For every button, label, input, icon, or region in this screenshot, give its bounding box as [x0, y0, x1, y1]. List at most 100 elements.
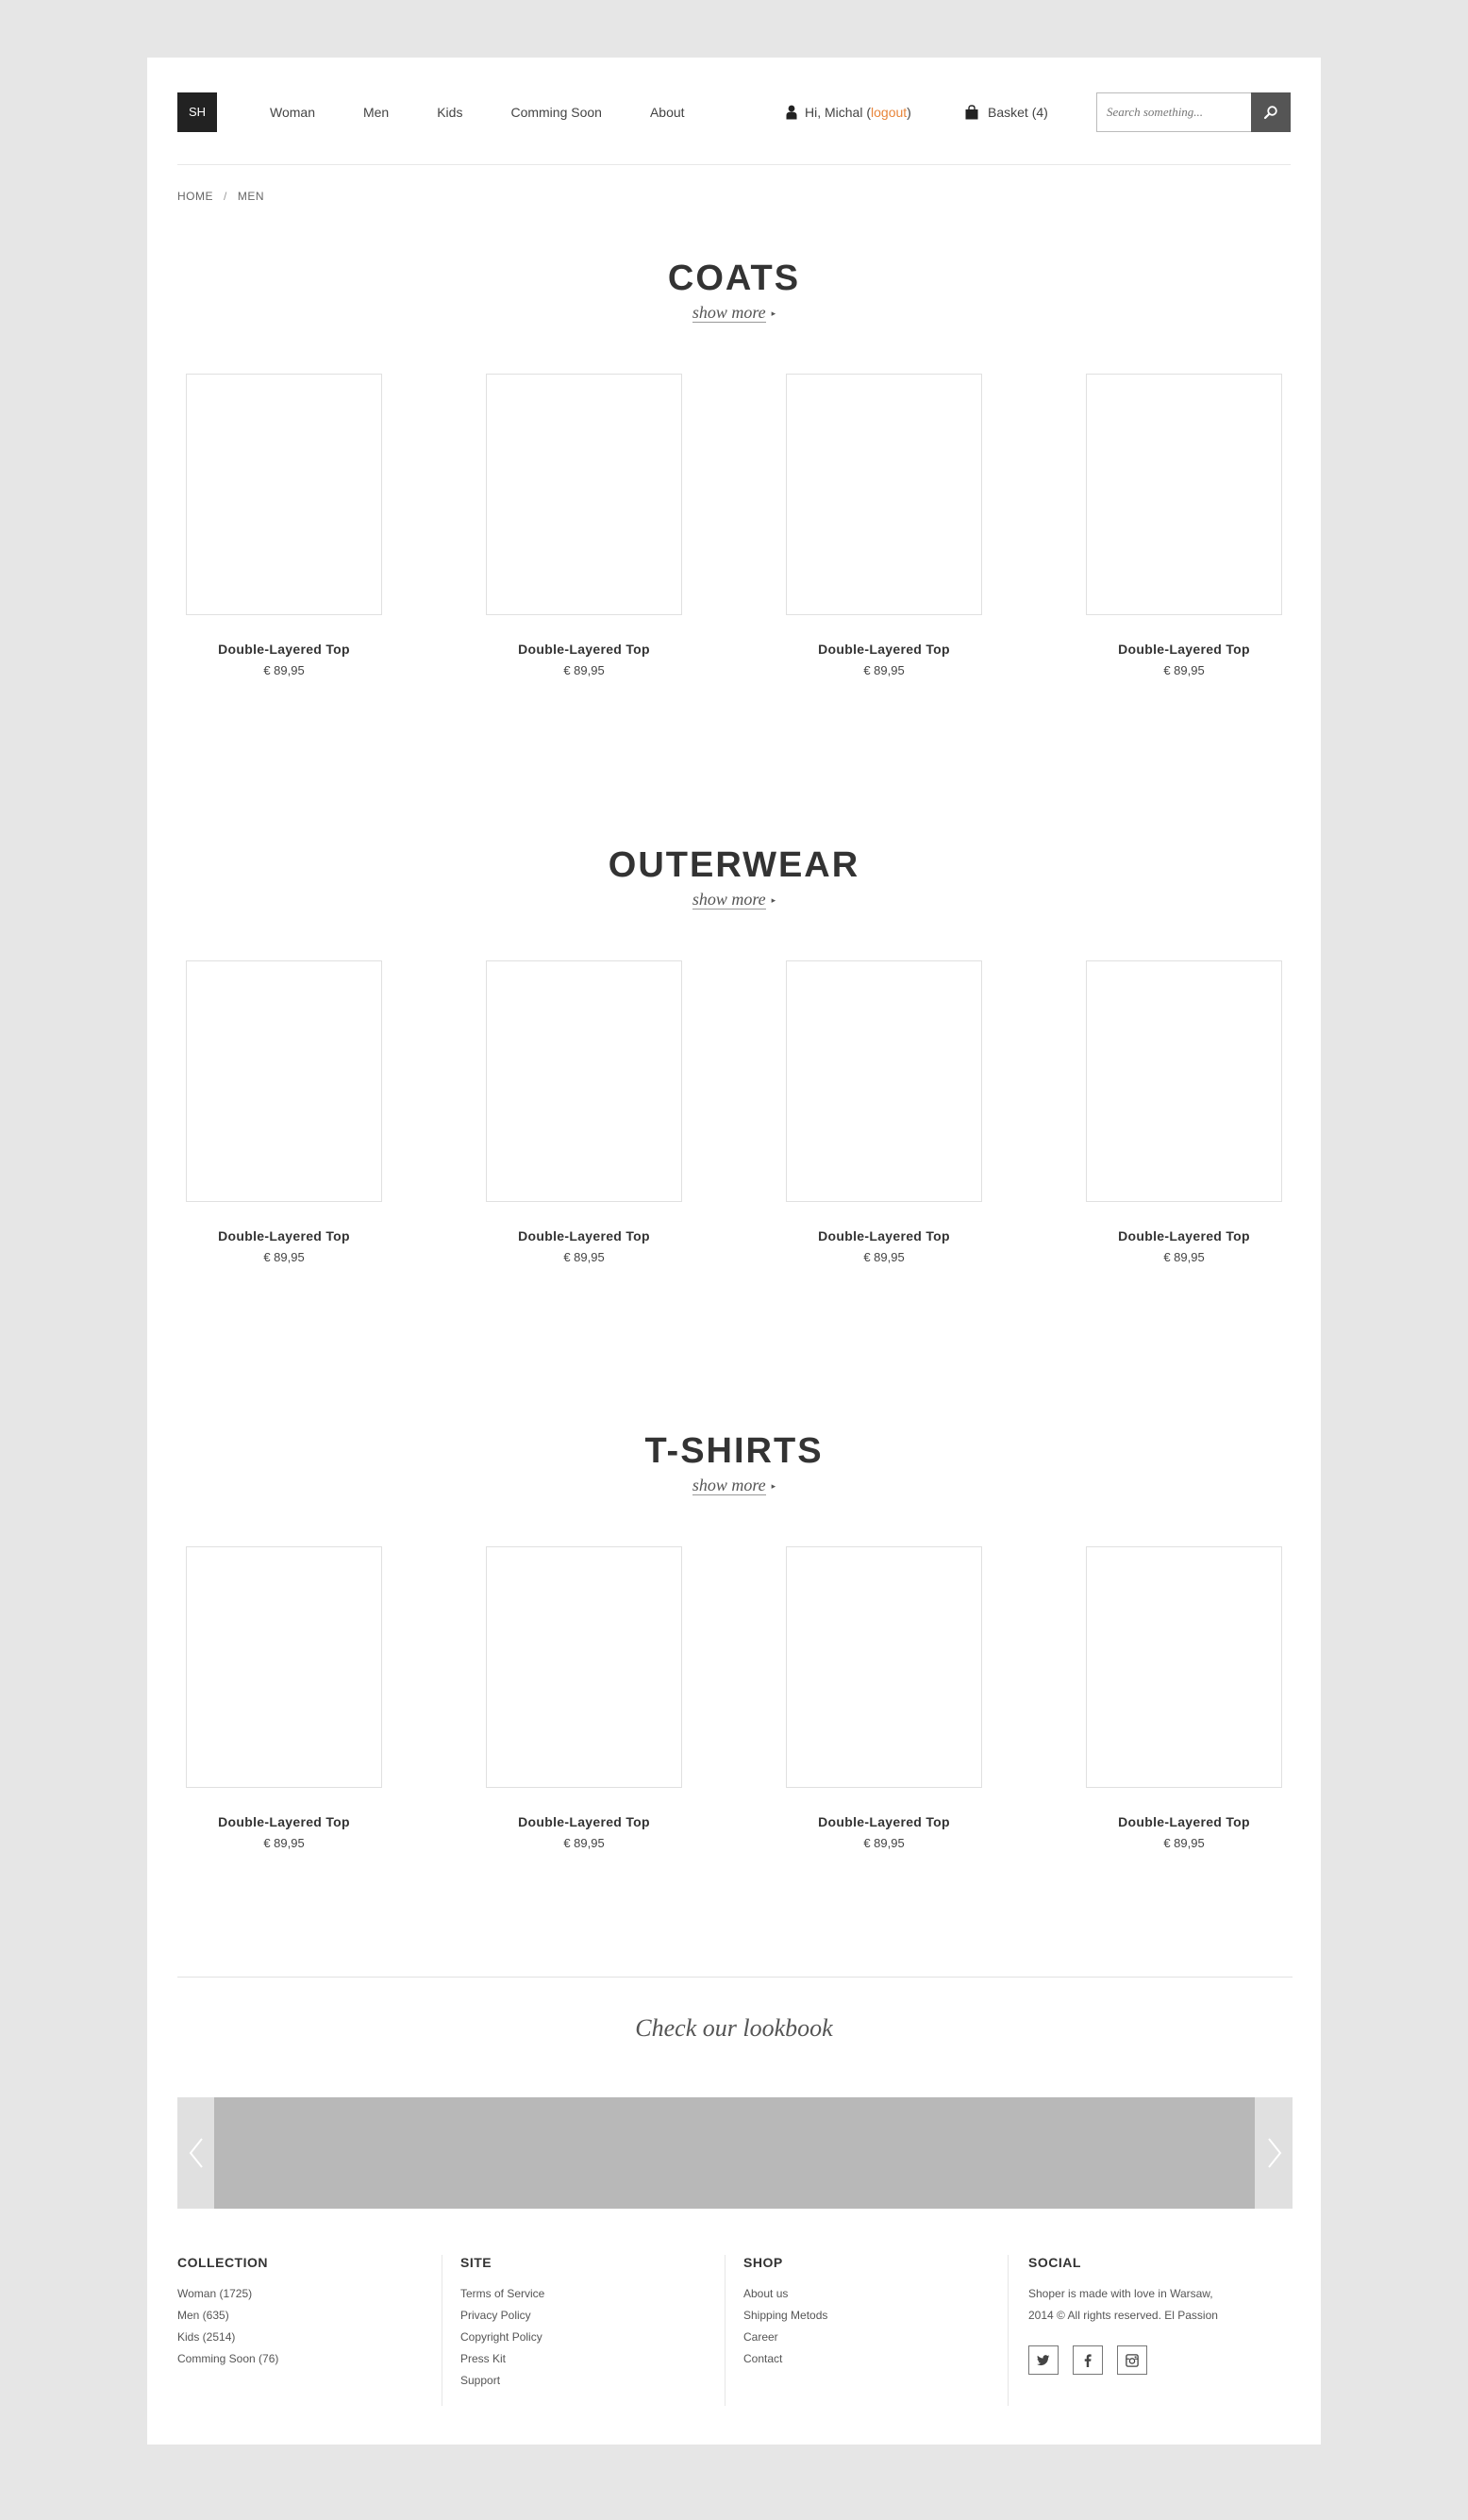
footer-link[interactable]: Copyright Policy [460, 2327, 706, 2348]
product-image[interactable] [1086, 374, 1282, 615]
product-name[interactable]: Double-Layered Top [186, 1228, 382, 1243]
product-card[interactable]: Double-Layered Top € 89,95 [1086, 1546, 1282, 1850]
footer-link[interactable]: Terms of Service [460, 2283, 706, 2305]
lookbook-title[interactable]: Check our lookbook [147, 2014, 1321, 2043]
nav-men[interactable]: Men [363, 105, 389, 120]
product-card[interactable]: Double-Layered Top € 89,95 [486, 374, 682, 677]
chevron-left-icon [189, 2138, 203, 2168]
product-card[interactable]: Double-Layered Top € 89,95 [486, 960, 682, 1264]
footer-link[interactable]: Support [460, 2370, 706, 2392]
product-name[interactable]: Double-Layered Top [486, 642, 682, 657]
product-image[interactable] [186, 960, 382, 1202]
arrow-right-icon: ▸ [771, 895, 776, 906]
product-card[interactable]: Double-Layered Top € 89,95 [786, 1546, 982, 1850]
footer: COLLECTION Woman (1725) Men (635) Kids (… [177, 2255, 1293, 2406]
product-name[interactable]: Double-Layered Top [486, 1814, 682, 1829]
show-more-link[interactable]: show more ▸ [147, 1476, 1321, 1495]
product-card[interactable]: Double-Layered Top € 89,95 [786, 960, 982, 1264]
breadcrumb-home[interactable]: HOME [177, 190, 213, 203]
product-image[interactable] [486, 960, 682, 1202]
product-price: € 89,95 [863, 1836, 905, 1850]
footer-site: SITE Terms of Service Privacy Policy Cop… [442, 2255, 706, 2406]
lookbook-divider [177, 1977, 1293, 1978]
product-name[interactable]: Double-Layered Top [1086, 642, 1282, 657]
product-name[interactable]: Double-Layered Top [786, 1814, 982, 1829]
footer-heading: SHOP [743, 2255, 783, 2270]
lookbook-slide[interactable] [214, 2097, 1255, 2209]
header-divider [177, 164, 1291, 165]
instagram-button[interactable] [1117, 2345, 1147, 2375]
footer-social-text: 2014 © All rights reserved. El Passion [1028, 2309, 1218, 2322]
product-name[interactable]: Double-Layered Top [186, 642, 382, 657]
page: SH Woman Men Kids Comming Soon About Hi,… [147, 58, 1321, 2445]
product-image[interactable] [186, 1546, 382, 1788]
logout-link[interactable]: logout [871, 105, 907, 120]
footer-link[interactable]: Privacy Policy [460, 2305, 706, 2327]
product-price: € 89,95 [263, 1836, 305, 1850]
product-card[interactable]: Double-Layered Top € 89,95 [186, 374, 382, 677]
product-image[interactable] [1086, 960, 1282, 1202]
product-image[interactable] [786, 960, 982, 1202]
basket-link[interactable]: Basket (4) [964, 92, 1048, 132]
show-more-link[interactable]: show more ▸ [147, 303, 1321, 323]
footer-link[interactable]: About us [743, 2283, 1008, 2305]
slider-next-button[interactable] [1256, 2097, 1293, 2209]
search-button[interactable] [1251, 92, 1291, 132]
product-image[interactable] [486, 1546, 682, 1788]
product-name[interactable]: Double-Layered Top [1086, 1814, 1282, 1829]
section-t-shirts: T-SHIRTS show more ▸ Double-Layered Top €… [147, 1428, 1321, 1850]
arrow-right-icon: ▸ [771, 309, 776, 319]
slider-prev-button[interactable] [177, 2097, 214, 2209]
product-image[interactable] [786, 374, 982, 615]
footer-link[interactable]: Comming Soon (76) [177, 2348, 442, 2370]
product-grid: Double-Layered Top € 89,95 Double-Layere… [147, 374, 1321, 694]
product-price: € 89,95 [563, 663, 605, 677]
product-image[interactable] [186, 374, 382, 615]
show-more-link[interactable]: show more ▸ [147, 890, 1321, 910]
product-name[interactable]: Double-Layered Top [786, 1228, 982, 1243]
nav-woman[interactable]: Woman [270, 105, 315, 120]
facebook-button[interactable] [1073, 2345, 1103, 2375]
search-icon [1263, 106, 1277, 120]
search-box [1096, 92, 1291, 132]
logo[interactable]: SH [177, 92, 217, 132]
footer-link[interactable]: Men (635) [177, 2305, 442, 2327]
product-grid: Double-Layered Top € 89,95 Double-Layere… [147, 960, 1321, 1281]
product-card[interactable]: Double-Layered Top € 89,95 [486, 1546, 682, 1850]
product-image[interactable] [786, 1546, 982, 1788]
nav-kids[interactable]: Kids [437, 105, 462, 120]
section-title: COATS [667, 259, 801, 298]
main-nav: Woman Men Kids Comming Soon About [270, 92, 733, 132]
footer-link[interactable]: Shipping Metods [743, 2305, 1008, 2327]
product-name[interactable]: Double-Layered Top [1086, 1228, 1282, 1243]
footer-heading: SITE [460, 2255, 492, 2270]
nav-comming-soon[interactable]: Comming Soon [510, 105, 602, 120]
product-name[interactable]: Double-Layered Top [786, 642, 982, 657]
nav-about[interactable]: About [650, 105, 685, 120]
twitter-button[interactable] [1028, 2345, 1059, 2375]
user-greeting: Hi, Michal ( [805, 105, 872, 120]
footer-link[interactable]: Press Kit [460, 2348, 706, 2370]
social-icons [1028, 2345, 1293, 2375]
breadcrumb-men[interactable]: MEN [238, 190, 264, 203]
footer-link[interactable]: Contact [743, 2348, 1008, 2370]
product-card[interactable]: Double-Layered Top € 89,95 [1086, 374, 1282, 677]
section-coats: COATS show more ▸ Double-Layered Top € 89… [147, 256, 1321, 677]
product-card[interactable]: Double-Layered Top € 89,95 [186, 1546, 382, 1850]
footer-link[interactable]: Career [743, 2327, 1008, 2348]
user-icon [786, 105, 797, 120]
breadcrumb-separator: / [224, 190, 227, 203]
footer-link[interactable]: Kids (2514) [177, 2327, 442, 2348]
product-image[interactable] [1086, 1546, 1282, 1788]
footer-shop: SHOP About us Shipping Metods Career Con… [725, 2255, 1008, 2406]
header: SH Woman Men Kids Comming Soon About Hi,… [177, 92, 1291, 132]
product-card[interactable]: Double-Layered Top € 89,95 [786, 374, 982, 677]
product-image[interactable] [486, 374, 682, 615]
search-input[interactable] [1096, 92, 1251, 132]
footer-link[interactable]: Woman (1725) [177, 2283, 442, 2305]
product-card[interactable]: Double-Layered Top € 89,95 [1086, 960, 1282, 1264]
product-card[interactable]: Double-Layered Top € 89,95 [186, 960, 382, 1264]
product-name[interactable]: Double-Layered Top [486, 1228, 682, 1243]
product-name[interactable]: Double-Layered Top [186, 1814, 382, 1829]
section-title: T-SHIRTS [644, 1431, 824, 1471]
